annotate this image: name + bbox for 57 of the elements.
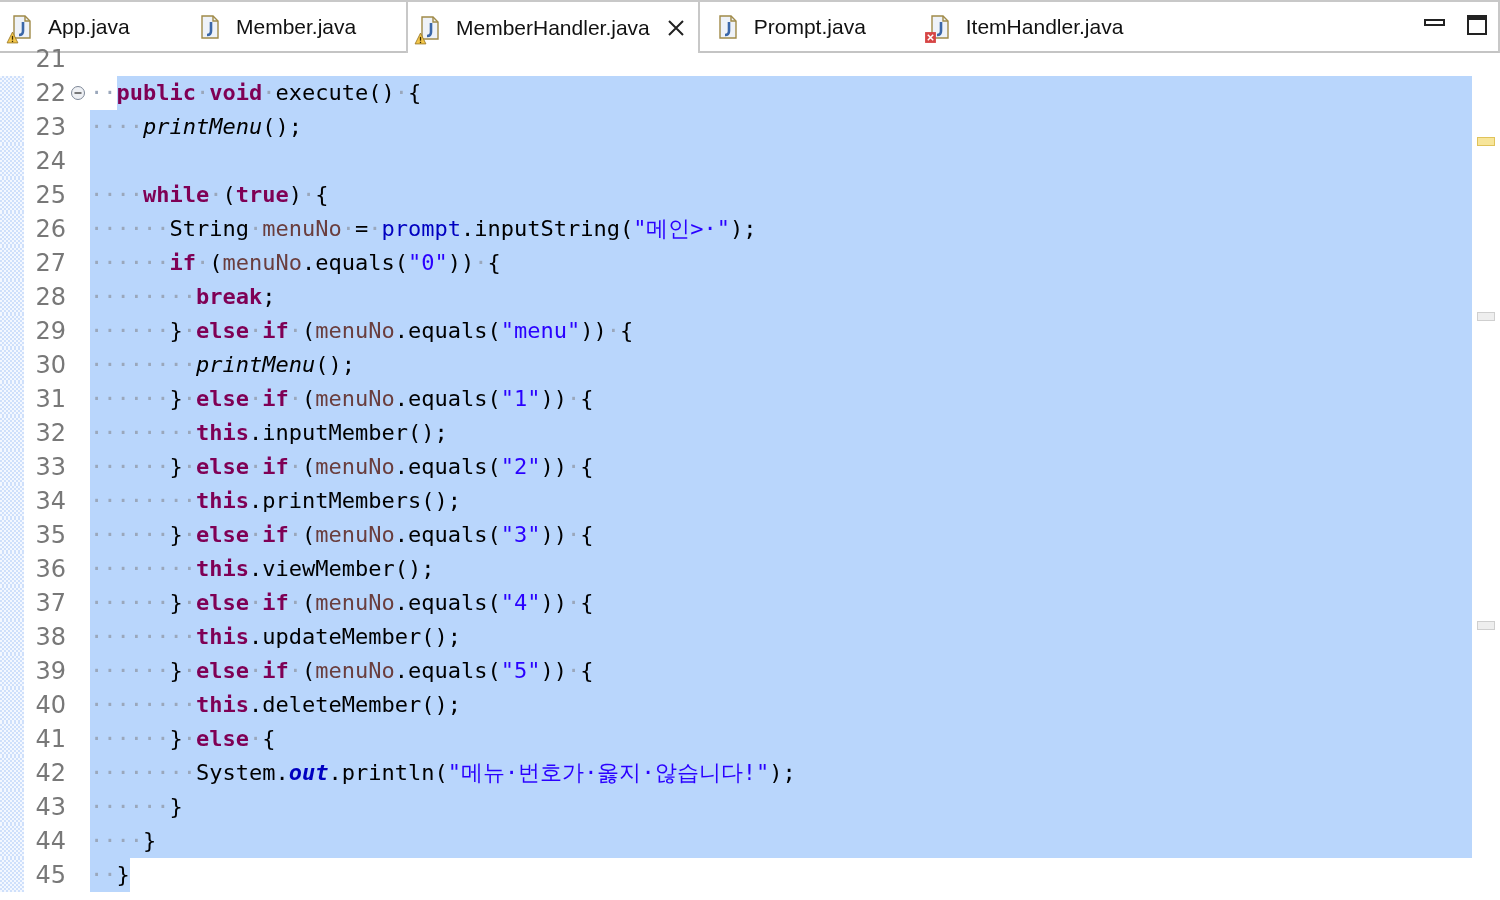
line-number: 21	[34, 44, 66, 75]
maximize-icon[interactable]	[1466, 14, 1488, 36]
editor-tab[interactable]: Member.java	[188, 2, 402, 51]
code-line: ······}·else·if·(menuNo.equals("4"))·{	[90, 586, 1472, 620]
code-line: ······String·menuNo·=·prompt.inputString("메인>·");	[90, 212, 1472, 246]
line-number: 28	[34, 282, 66, 313]
editor-tab[interactable]: ItemHandler.java	[917, 2, 1136, 51]
line-number: 30	[34, 350, 66, 381]
code-line: ········this.updateMember();	[90, 620, 1472, 654]
line-number: 44	[34, 826, 66, 857]
code-line: ····while·(true)·{	[90, 178, 1472, 212]
code-line: ······if·(menuNo.equals("0"))·{	[90, 246, 1472, 280]
occurrence-marker[interactable]	[1477, 312, 1495, 321]
code-line: ······}·else·{	[90, 722, 1472, 756]
line-number: 38	[34, 622, 66, 653]
code-line: ······}·else·if·(menuNo.equals("3"))·{	[90, 518, 1472, 552]
line-number: 43	[34, 792, 66, 823]
code-line: ··}	[90, 858, 1472, 892]
editor-tab[interactable]: Prompt.java	[705, 2, 918, 51]
code-line: ········this.viewMember();	[90, 552, 1472, 586]
code-line: ······}	[90, 790, 1472, 824]
code-line: ········this.deleteMember();	[90, 688, 1472, 722]
code-line: ········this.printMembers();	[90, 484, 1472, 518]
close-icon[interactable]	[665, 17, 686, 38]
line-number: 34	[34, 486, 66, 517]
line-number: 42	[34, 758, 66, 789]
line-number: 31	[34, 384, 66, 415]
code-line: ······}·else·if·(menuNo.equals("1"))·{	[90, 382, 1472, 416]
line-number: 45	[34, 860, 66, 891]
line-number: 24	[34, 146, 66, 177]
line-number: 22	[34, 78, 66, 109]
line-number: 25	[34, 180, 66, 211]
line-number: 35	[34, 520, 66, 551]
line-number: 40	[34, 690, 66, 721]
line-number: 27	[34, 248, 66, 279]
code-line: ········printMenu();	[90, 348, 1472, 382]
line-number: 32	[34, 418, 66, 449]
line-number: 23	[34, 112, 66, 143]
line-number: 41	[34, 724, 66, 755]
code-line: ······}·else·if·(menuNo.equals("2"))·{	[90, 450, 1472, 484]
warning-marker[interactable]	[1477, 137, 1495, 146]
line-number: 29	[34, 316, 66, 347]
line-number: 39	[34, 656, 66, 687]
code-line: ······}·else·if·(menuNo.equals("menu"))·{	[90, 314, 1472, 348]
code-line: ····printMenu();	[90, 110, 1472, 144]
code-line: ········this.inputMember();	[90, 416, 1472, 450]
line-number: 36	[34, 554, 66, 585]
collapse-icon[interactable]	[70, 85, 86, 101]
code-line: ········break;	[90, 280, 1472, 314]
line-number: 26	[34, 214, 66, 245]
editor-tab[interactable]: MemberHandler.java	[406, 2, 700, 53]
line-number: 37	[34, 588, 66, 619]
line-number: 33	[34, 452, 66, 483]
code-line: ····}	[90, 824, 1472, 858]
occurrence-marker[interactable]	[1477, 621, 1495, 630]
code-line: ········System.out.println("메뉴·번호가·옳지·않습니다!");	[90, 756, 1472, 790]
code-line: ······}·else·if·(menuNo.equals("5"))·{	[90, 654, 1472, 688]
